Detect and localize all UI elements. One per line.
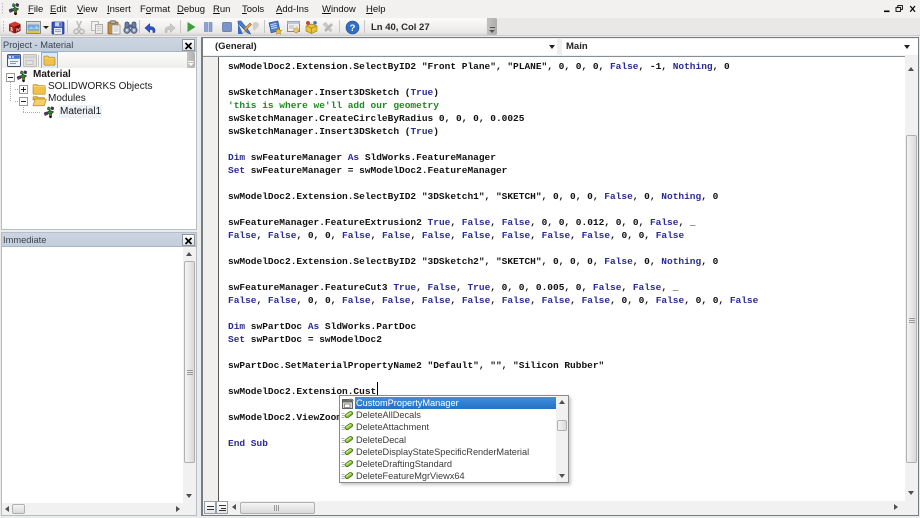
svg-text:?: ? — [350, 23, 356, 34]
